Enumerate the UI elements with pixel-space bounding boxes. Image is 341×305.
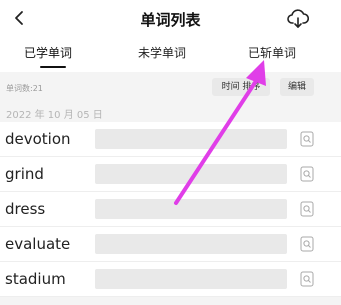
word-text: grind (5, 165, 44, 183)
tab-cut-words[interactable]: 已斩单词 (248, 44, 296, 61)
lookup-icon[interactable] (300, 271, 314, 287)
list-item[interactable]: devotion (0, 122, 341, 157)
lookup-icon[interactable] (300, 201, 314, 217)
list-item[interactable]: dress (0, 192, 341, 227)
tab-learned-words[interactable]: 已学单词 (24, 44, 72, 61)
lookup-icon[interactable] (300, 166, 314, 182)
word-text: stadium (5, 270, 66, 288)
list-item[interactable]: stadium (0, 262, 341, 297)
word-text: dress (5, 200, 46, 218)
meaning-mask[interactable] (95, 129, 287, 149)
word-text: devotion (5, 130, 71, 148)
meaning-mask[interactable] (95, 234, 287, 254)
date-group-header: 2022 年 10 月 05 日 (6, 110, 103, 121)
word-count-label: 单词数:21 (6, 84, 43, 93)
meaning-mask[interactable] (95, 164, 287, 184)
tab-bar: 已学单词 未学单词 已斩单词 (0, 38, 341, 72)
meaning-mask[interactable] (95, 269, 287, 289)
lookup-icon[interactable] (300, 131, 314, 147)
list-toolbar: 单词数:21 时间 排序 编辑 (0, 74, 341, 102)
active-tab-indicator (40, 66, 66, 68)
sort-by-time-button[interactable]: 时间 排序 (212, 78, 270, 96)
top-bar: 单词列表 (0, 0, 341, 38)
tab-unlearned-words[interactable]: 未学单词 (138, 44, 186, 61)
edit-button[interactable]: 编辑 (280, 78, 314, 96)
list-item[interactable]: grind (0, 157, 341, 192)
word-list-screen: 单词列表 已学单词 未学单词 已斩单词 单词数:21 时间 排序 编辑 2022… (0, 0, 341, 305)
word-text: evaluate (5, 235, 71, 253)
list-item[interactable]: evaluate (0, 227, 341, 262)
lookup-icon[interactable] (300, 236, 314, 252)
cloud-download-icon[interactable] (287, 9, 309, 29)
meaning-mask[interactable] (95, 199, 287, 219)
